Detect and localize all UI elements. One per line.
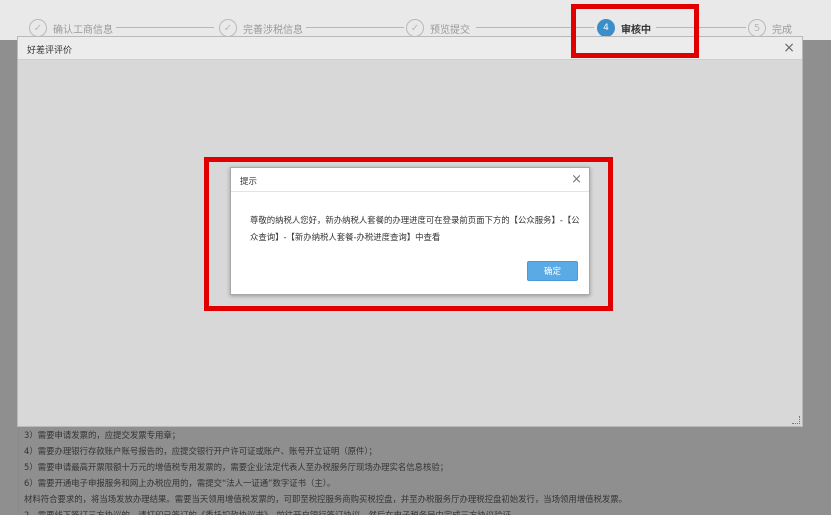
instruction-line: 6）需要开通电子申报服务和网上办税应用的，需提交“法人一证通”数字证书（主）。	[24, 478, 336, 488]
content-border	[18, 427, 24, 515]
close-icon[interactable]: ×	[783, 40, 795, 56]
step-connector	[116, 27, 214, 28]
background-instructions: 3）需要申请发票的，应提交发票专用章； 4）需要办理银行存款账户账号报告的，应提…	[18, 427, 804, 515]
step-label: 完善涉税信息	[243, 24, 303, 36]
step-label: 完成	[772, 24, 792, 36]
instruction-line: 4）需要办理银行存款账户账号报告的，应提交银行开户许可证或账户、账号开立证明（原…	[24, 446, 377, 456]
step-number: 5	[748, 19, 766, 37]
step-connector	[306, 27, 404, 28]
evaluation-modal-title: 好差评评价	[27, 46, 73, 56]
highlight-box-dialog	[204, 157, 613, 311]
instruction-line: 材料符合要求的，将当场发放办理结果。需要当天领用增值税发票的，可即至税控服务商购…	[24, 494, 627, 504]
check-icon: ✓	[219, 19, 237, 37]
resize-handle[interactable]	[792, 416, 800, 424]
check-icon: ✓	[406, 19, 424, 37]
highlight-box-step	[571, 4, 699, 58]
progress-steps: ✓ 确认工商信息 ✓ 完善涉税信息 ✓ 预览提交 4 审核中 5 完成	[0, 0, 831, 40]
instruction-line: 3）需要申请发票的，应提交发票专用章；	[24, 430, 181, 440]
check-icon: ✓	[29, 19, 47, 37]
instruction-line: 2、需要线下签订三方协议的，请打印已签订的《委托扣款协议书》，前往开户银行签订协…	[24, 510, 520, 515]
step-label: 预览提交	[430, 24, 470, 36]
instruction-line: 5）需要申请最高开票限额十万元的增值税专用发票的，需要企业法定代表人至办税服务厅…	[24, 462, 449, 472]
step-label: 确认工商信息	[53, 24, 113, 36]
